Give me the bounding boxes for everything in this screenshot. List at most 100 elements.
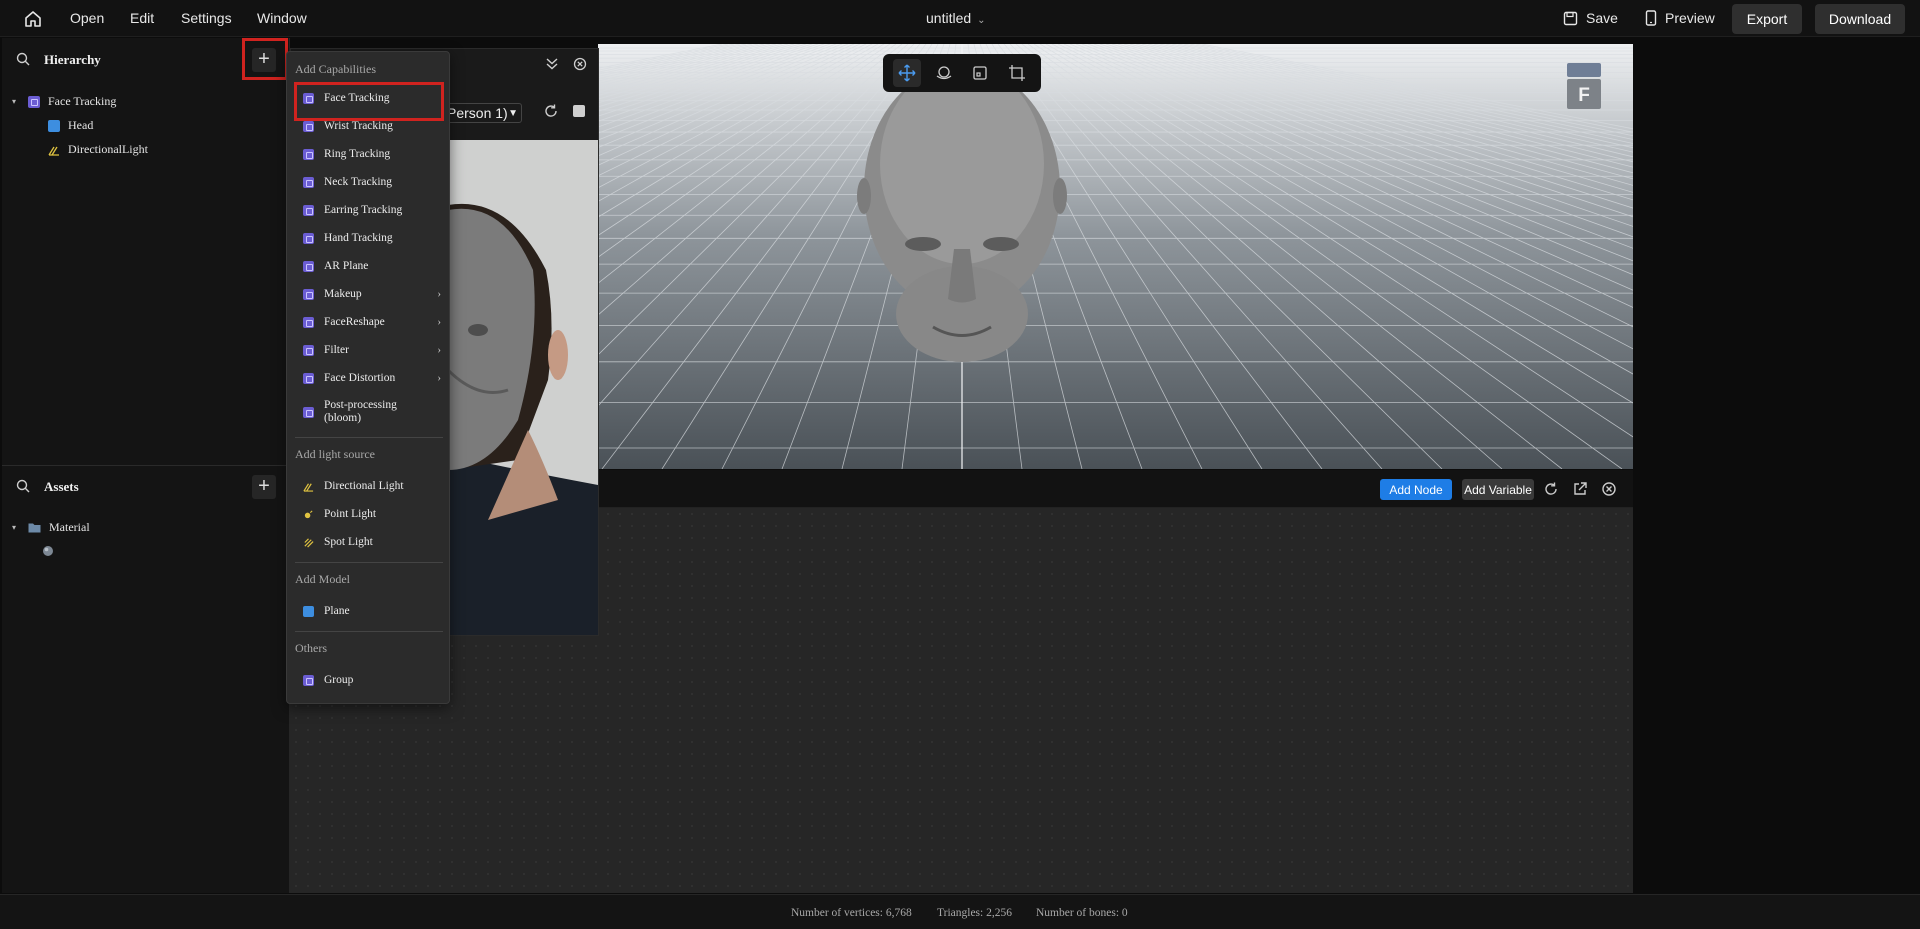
tree-item-label: DirectionalLight <box>68 142 148 156</box>
gizmo-front-label: F <box>1578 85 1590 106</box>
project-title-text: untitled <box>926 10 972 26</box>
add-object-dropdown: Add Capabilities Face Tracking Wrist Trac… <box>286 51 450 704</box>
crop-icon <box>1008 65 1025 81</box>
menu-settings[interactable]: Settings <box>181 10 232 26</box>
section-add-model: Add Model <box>295 572 350 586</box>
menu-item-label: Face Distortion <box>324 372 396 384</box>
add-node-button[interactable]: Add Node <box>1380 479 1452 500</box>
vertices-count: Number of vertices: 6,768 <box>791 907 912 919</box>
directional-light-icon <box>303 481 314 492</box>
menu-item-label: Spot Light <box>324 536 373 548</box>
menu-item-label: Earring Tracking <box>324 204 403 216</box>
chevron-down-icon: ⌄ <box>977 15 986 26</box>
preview-button[interactable]: Preview <box>1645 10 1715 26</box>
menu-item-post-processing-bloom[interactable]: Post-processing (bloom) <box>295 395 445 429</box>
menu-item-hand-tracking[interactable]: Hand Tracking <box>295 226 445 250</box>
export-button[interactable]: Export <box>1732 4 1802 34</box>
open-external-icon[interactable] <box>1571 480 1589 498</box>
collapse-icon[interactable] <box>544 56 560 72</box>
spot-light-icon <box>303 537 314 548</box>
menu-item-group[interactable]: Group <box>295 668 445 692</box>
caret-down-icon[interactable]: ▾ <box>12 97 20 106</box>
home-icon[interactable] <box>22 8 44 30</box>
menu-item-neck-tracking[interactable]: Neck Tracking <box>295 170 445 194</box>
assets-header: Assets <box>2 465 290 509</box>
menu-separator <box>295 631 443 632</box>
menu-item-makeup[interactable]: Makeup › <box>295 282 445 306</box>
move-tool-button[interactable] <box>893 59 922 87</box>
directional-light-icon <box>48 146 59 156</box>
search-icon[interactable] <box>16 479 30 493</box>
menu-item-face-distortion[interactable]: Face Distortion › <box>295 366 445 390</box>
search-icon[interactable] <box>16 52 30 66</box>
right-empty-area <box>1633 38 1920 894</box>
menu-item-plane[interactable]: Plane <box>295 599 445 623</box>
menu-item-label: Point Light <box>324 508 377 520</box>
capability-icon <box>303 288 314 300</box>
scale-icon <box>973 66 987 80</box>
phone-icon <box>1645 10 1657 26</box>
add-variable-button[interactable]: Add Variable <box>1462 479 1534 500</box>
menu-item-label: Ring Tracking <box>324 148 391 160</box>
download-button[interactable]: Download <box>1815 4 1905 34</box>
section-add-light-source: Add light source <box>295 447 375 461</box>
menu-open[interactable]: Open <box>70 10 104 26</box>
tree-item-label: Head <box>68 118 94 132</box>
menu-item-ar-plane[interactable]: AR Plane <box>295 254 445 278</box>
close-circle-icon[interactable] <box>1600 480 1618 498</box>
crop-tool-button[interactable] <box>1003 59 1031 87</box>
triangles-count: Triangles: 2,256 <box>937 907 1012 919</box>
tree-item-label: Face Tracking <box>48 94 117 108</box>
menu-item-spot-light[interactable]: Spot Light <box>295 530 445 554</box>
menu-window[interactable]: Window <box>257 10 307 26</box>
menu-edit[interactable]: Edit <box>130 10 154 26</box>
chevron-right-icon: › <box>437 316 441 328</box>
hierarchy-title: Hierarchy <box>44 52 101 67</box>
bones-count: Number of bones: 0 <box>1036 907 1128 919</box>
tree-item-material[interactable]: ▾ Material <box>12 520 90 535</box>
rotate-tool-button[interactable] <box>930 59 958 87</box>
project-title[interactable]: untitled ⌄ <box>926 10 986 26</box>
tree-item-label: Material <box>49 520 90 534</box>
menu-item-ring-tracking[interactable]: Ring Tracking <box>295 142 445 166</box>
stop-icon[interactable] <box>573 105 585 117</box>
menu-item-label: Filter <box>324 344 349 356</box>
capability-icon <box>28 95 40 108</box>
material-sphere-icon[interactable] <box>42 545 54 557</box>
chevron-right-icon: › <box>437 372 441 384</box>
menu-item-label: Group <box>324 674 354 686</box>
tree-item-head[interactable]: Head <box>48 118 93 133</box>
folder-icon <box>28 523 41 533</box>
person-select[interactable]: Person 1) ▼ <box>446 103 522 123</box>
left-panel: Hierarchy + ▾ Face Tracking Head Directi… <box>2 38 290 893</box>
tree-item-directional-light[interactable]: DirectionalLight <box>48 142 148 157</box>
scale-tool-button[interactable] <box>966 59 994 87</box>
save-icon <box>1563 11 1578 25</box>
refresh-icon[interactable] <box>1542 480 1560 498</box>
camera-feed-image <box>448 140 598 635</box>
close-circle-icon[interactable] <box>572 56 588 72</box>
menu-item-filter[interactable]: Filter › <box>295 338 445 362</box>
section-others: Others <box>295 641 327 655</box>
chevron-right-icon: › <box>437 344 441 356</box>
chevron-right-icon: › <box>437 288 441 300</box>
scene-viewport[interactable] <box>598 44 1633 469</box>
save-button[interactable]: Save <box>1563 10 1618 26</box>
capability-icon <box>303 260 314 272</box>
capability-icon <box>303 344 314 356</box>
save-label: Save <box>1586 10 1618 26</box>
refresh-icon[interactable] <box>543 103 559 119</box>
menu-item-directional-light[interactable]: Directional Light <box>295 474 445 498</box>
menu-item-earring-tracking[interactable]: Earring Tracking <box>295 198 445 222</box>
menu-item-point-light[interactable]: Point Light <box>295 502 445 526</box>
view-orientation-gizmo[interactable]: F <box>1567 63 1601 117</box>
menu-item-facereshape[interactable]: FaceReshape › <box>295 310 445 334</box>
section-add-capabilities: Add Capabilities <box>295 62 376 76</box>
capability-icon <box>303 148 314 160</box>
tree-item-face-tracking[interactable]: ▾ Face Tracking <box>12 94 116 109</box>
caret-down-icon[interactable]: ▾ <box>12 523 20 532</box>
add-asset-button[interactable]: + <box>252 475 276 499</box>
move-icon <box>898 64 916 82</box>
group-icon <box>303 674 314 686</box>
menu-item-label: Hand Tracking <box>324 232 393 244</box>
